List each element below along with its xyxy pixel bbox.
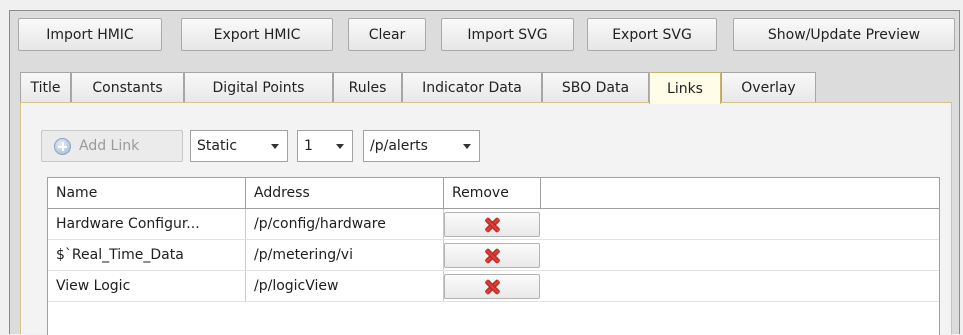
import-svg-button[interactable]: Import SVG — [441, 18, 574, 51]
link-path-value: /p/alerts — [370, 138, 428, 154]
import-hmic-button[interactable]: Import HMIC — [18, 18, 162, 51]
column-header-address[interactable]: Address — [246, 178, 444, 208]
show-update-preview-button[interactable]: Show/Update Preview — [733, 18, 955, 51]
tab-sbo-data[interactable]: SBO Data — [542, 72, 649, 102]
export-svg-button[interactable]: Export SVG — [587, 18, 717, 51]
clear-button[interactable]: Clear — [348, 18, 426, 51]
export-hmic-button[interactable]: Export HMIC — [181, 18, 333, 51]
column-header-remove[interactable]: Remove — [444, 178, 541, 208]
column-header-name[interactable]: Name — [48, 178, 246, 208]
chevron-down-icon — [271, 144, 279, 149]
link-name-cell[interactable]: Hardware Configur... — [48, 209, 246, 239]
tab-title[interactable]: Title — [20, 72, 71, 102]
link-type-select[interactable]: Static — [190, 130, 288, 162]
tab-constants[interactable]: Constants — [71, 72, 184, 102]
links-panel: Add Link Static 1 /p/alerts Name Address… — [20, 102, 952, 335]
link-name-cell[interactable]: $`Real_Time_Data — [48, 240, 246, 270]
link-address-cell[interactable]: /p/metering/vi — [246, 240, 444, 270]
remove-link-button[interactable] — [444, 274, 540, 299]
red-x-icon — [484, 217, 500, 233]
tab-links[interactable]: Links — [649, 72, 721, 104]
remove-link-button[interactable] — [444, 243, 540, 268]
link-type-value: Static — [197, 138, 238, 154]
table-row[interactable]: Hardware Configur... /p/config/hardware — [48, 209, 939, 240]
remove-link-button[interactable] — [444, 212, 540, 237]
tab-overlay[interactable]: Overlay — [721, 72, 816, 102]
link-index-select[interactable]: 1 — [297, 130, 353, 162]
red-x-icon — [484, 248, 500, 264]
tab-rules[interactable]: Rules — [333, 72, 402, 102]
links-grid: Name Address Remove Hardware Configur...… — [47, 177, 940, 335]
chevron-down-icon — [336, 144, 344, 149]
plus-circle-icon — [54, 137, 71, 155]
add-link-label: Add Link — [79, 138, 140, 154]
red-x-icon — [484, 279, 500, 295]
link-name-cell[interactable]: View Logic — [48, 271, 246, 301]
grid-header: Name Address Remove — [48, 178, 939, 209]
add-link-button[interactable]: Add Link — [41, 130, 183, 162]
table-row[interactable]: $`Real_Time_Data /p/metering/vi — [48, 240, 939, 271]
link-path-select[interactable]: /p/alerts — [363, 130, 480, 162]
link-address-cell[interactable]: /p/config/hardware — [246, 209, 444, 239]
chevron-down-icon — [463, 144, 471, 149]
tab-indicator-data[interactable]: Indicator Data — [402, 72, 542, 102]
tab-digital-points[interactable]: Digital Points — [184, 72, 333, 102]
link-address-cell[interactable]: /p/logicView — [246, 271, 444, 301]
link-index-value: 1 — [304, 138, 313, 154]
table-row[interactable]: View Logic /p/logicView — [48, 271, 939, 302]
